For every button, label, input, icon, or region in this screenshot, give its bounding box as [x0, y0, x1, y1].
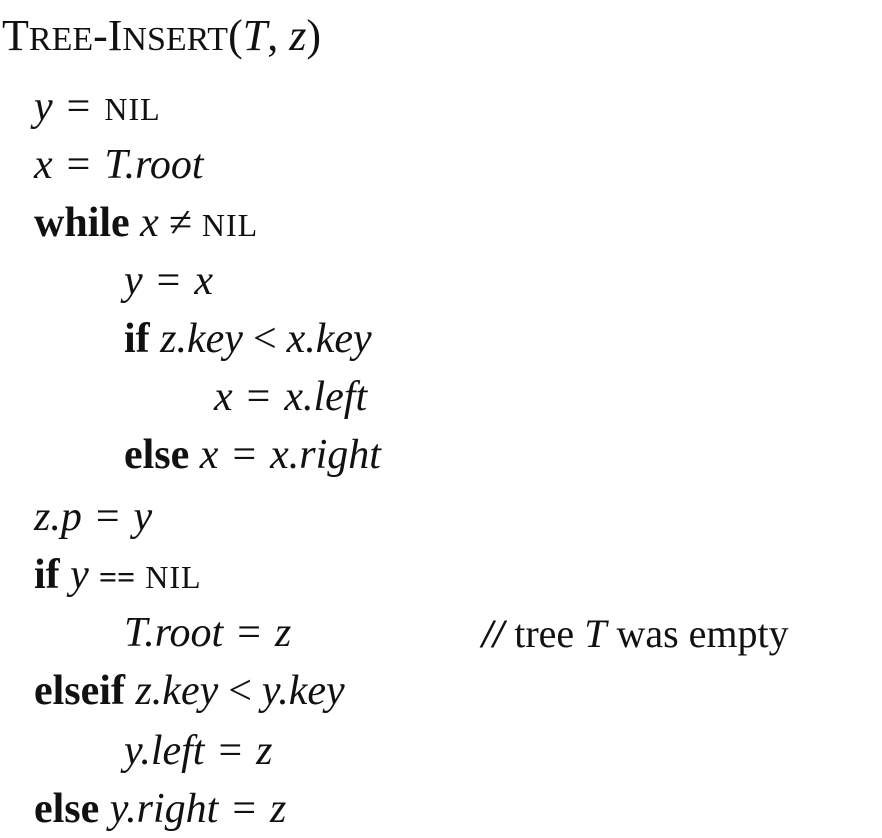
line12-op: =: [218, 728, 243, 774]
title-comma: ,: [267, 11, 290, 60]
line4-lhs: y: [124, 258, 143, 304]
line3-var: x: [140, 200, 159, 246]
line13-keyword: else: [34, 786, 100, 832]
title-letter-t: T: [2, 11, 29, 60]
code-line-8: z.p = y: [34, 496, 152, 538]
line4-op: =: [156, 258, 181, 304]
code-line-7: else x = x.right: [124, 434, 381, 476]
line11-rhs: y.key: [261, 668, 345, 714]
line12-lhs: y.left: [124, 728, 205, 774]
line13-lhs: y.right: [109, 786, 219, 832]
title-smallcaps-ree: REE: [28, 21, 94, 58]
line3-keyword: while: [34, 200, 130, 246]
title-arg-z: z: [289, 11, 307, 60]
line7-keyword: else: [124, 432, 190, 478]
procedure-title: TREE-INSERT(T, z): [2, 14, 321, 58]
code-line-2: x = T.root: [34, 144, 204, 186]
line7-rhs: x.right: [270, 432, 381, 478]
line1-op: =: [66, 84, 91, 130]
line8-rhs: y: [133, 494, 153, 540]
title-dash: -: [93, 11, 108, 60]
line5-op: <: [252, 316, 277, 362]
code-line-12: y.left = z: [124, 730, 273, 772]
line8-op: =: [95, 494, 120, 540]
line3-op: ≠: [168, 200, 192, 246]
title-arg-t: T: [242, 11, 268, 60]
line11-keyword: elseif: [34, 668, 125, 714]
line3-rhs: NIL: [201, 207, 259, 243]
line6-rhs: x.left: [284, 374, 368, 420]
line6-lhs: x: [214, 374, 233, 420]
code-line-4: y = x: [124, 260, 213, 302]
code-line-13: else y.right = z: [34, 788, 286, 830]
code-line-9: if y == NIL: [34, 554, 202, 596]
line7-op: =: [232, 432, 257, 478]
line5-keyword: if: [124, 316, 150, 362]
line9-op: ==: [98, 559, 136, 595]
title-smallcaps-nsert: NSERT: [122, 21, 229, 58]
line5-lhs: z.key: [160, 316, 243, 362]
line9-keyword: if: [34, 552, 60, 598]
code-line-5: if z.key < x.key: [124, 318, 372, 360]
code-line-1: y = NIL: [34, 86, 161, 128]
code-line-6: x = x.left: [214, 376, 367, 418]
code-line-10: T.root = z: [124, 612, 291, 654]
line9-rhs: NIL: [145, 559, 202, 595]
code-line-11: elseif z.key < y.key: [34, 670, 345, 712]
title-letter-i: I: [107, 11, 123, 60]
comment-var: T: [584, 611, 607, 656]
title-close-paren: ): [306, 11, 321, 60]
line2-lhs: x: [34, 142, 53, 188]
line11-op: <: [228, 668, 252, 714]
line2-rhs: T.root: [104, 142, 204, 188]
line10-op: =: [237, 610, 261, 656]
code-comment: // tree T was empty: [482, 614, 789, 654]
line5-rhs: x.key: [286, 316, 372, 362]
line4-rhs: x: [194, 258, 213, 304]
line6-op: =: [246, 374, 271, 420]
line9-var: y: [70, 552, 89, 598]
line13-op: =: [232, 786, 256, 832]
title-open-paren: (: [228, 11, 243, 60]
comment-marker: //: [482, 611, 505, 656]
line13-rhs: z: [270, 786, 287, 832]
line2-op: =: [66, 142, 91, 188]
code-line-3: while x ≠ NIL: [34, 202, 258, 244]
line1-lhs: y: [34, 84, 53, 130]
line1-rhs: NIL: [104, 91, 161, 127]
line12-rhs: z: [256, 728, 273, 774]
comment-text-post: was empty: [616, 611, 789, 656]
comment-text-pre: tree: [514, 611, 575, 656]
line10-lhs: T.root: [124, 610, 224, 656]
line11-lhs: z.key: [135, 668, 219, 714]
line8-lhs: z.p: [34, 494, 82, 540]
line10-rhs: z: [274, 610, 292, 656]
line7-lhs: x: [199, 432, 219, 478]
